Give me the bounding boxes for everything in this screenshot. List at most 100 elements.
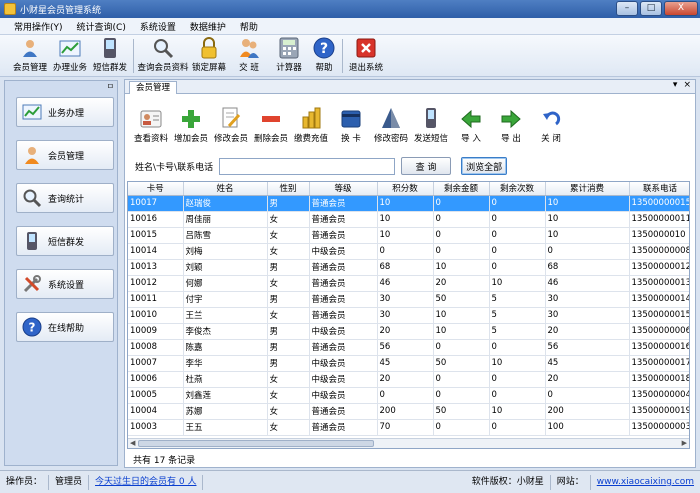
table-row[interactable]: 10016 周佳丽女普通会员 10 0 0 10 13500000011 [128, 211, 689, 228]
table-cell: 赵瑞俊 [183, 195, 268, 212]
scroll-left-icon[interactable]: ◀ [130, 439, 135, 447]
table-cell: 刘梅 [183, 243, 268, 260]
sidebar-item-label: 在线帮助 [48, 323, 85, 334]
send-sms-button[interactable]: 发送短信 [411, 108, 451, 144]
table-cell: 普通会员 [309, 419, 378, 436]
table-row[interactable]: 10012 何娜女普通会员 46 20 10 46 13500000013 [128, 275, 689, 292]
table-row[interactable]: 10004 苏娜女普通会员 200 50 10 200 13500000019 [128, 403, 689, 420]
scroll-right-icon[interactable]: ▶ [682, 439, 687, 447]
status-bar: 操作员： 管理员 今天过生日的会员有 0 人 软件版权：小财星 网站： www.… [0, 470, 700, 493]
sidebar-item-business[interactable]: 业务办理 [16, 97, 114, 127]
sidebar-item-query[interactable]: 查询统计 [16, 183, 114, 213]
handover-icon [238, 37, 260, 59]
close-panel-button[interactable]: 关 闭 [531, 108, 571, 144]
sidebar-item-help[interactable]: ? 在线帮助 [16, 312, 114, 342]
menu-data[interactable]: 数据维护 [190, 20, 226, 33]
horizontal-scrollbar[interactable]: ◀ ▶ [128, 438, 689, 448]
tab-dropdown-icon[interactable]: ▾ [673, 80, 678, 90]
table-cell: 10009 [128, 323, 184, 340]
table-row[interactable]: 10013 刘颖男普通会员 68 10 0 68 13500000012 [128, 259, 689, 276]
column-header[interactable]: 等级 [309, 182, 378, 196]
search-input[interactable] [219, 157, 396, 175]
table-row[interactable]: 10014 刘梅女中级会员 0 0 0 0 13500000008 [128, 243, 689, 260]
member-table: 卡号 姓名 性别 等级 积分数 剩余金额 剩余次数 累计消费 联系电话 1001… [127, 181, 690, 449]
toolbar-member-button[interactable]: 会员管理 [10, 36, 50, 76]
table-cell: 吕陈雪 [183, 227, 268, 244]
help-icon: ? [313, 37, 335, 59]
toolbar-sms-button[interactable]: 短信群发 [90, 36, 130, 76]
column-header[interactable]: 累计消费 [545, 182, 630, 196]
toolbar-business-button[interactable]: 办理业务 [50, 36, 90, 76]
sidebar-item-settings[interactable]: 系统设置 [16, 269, 114, 299]
toolbar-calculator-button[interactable]: 计算器 [269, 36, 309, 76]
table-cell: 46 [377, 275, 434, 292]
table-row[interactable]: 10006 杜燕女中级会员 20 0 0 20 13500000018 [128, 371, 689, 388]
table-cell: 10015 [128, 227, 184, 244]
table-cell: 20 [545, 371, 630, 388]
table-row[interactable]: 10008 陈嘉男普通会员 56 0 0 56 13500000016 [128, 339, 689, 356]
table-row[interactable]: 10017 赵瑞俊男普通会员 10 0 0 10 13500000015 [128, 195, 689, 212]
column-header[interactable]: 性别 [267, 182, 310, 196]
table-cell: 13500000014 [629, 291, 689, 308]
column-header[interactable]: 剩余次数 [489, 182, 546, 196]
table-cell: 女 [267, 243, 310, 260]
table-cell: 30 [377, 307, 434, 324]
table-cell: 50 [433, 291, 490, 308]
minimize-button[interactable]: – [616, 1, 638, 16]
sidebar-item-sms[interactable]: 短信群发 [16, 226, 114, 256]
panel-toolbar: 查看资料 增加会员 修改会员 删除会员 缴费充值 换 卡 修改密码 发送短信 导… [131, 107, 571, 144]
column-header[interactable]: 卡号 [128, 182, 184, 196]
table-cell: 10011 [128, 291, 184, 308]
add-member-button[interactable]: 增加会员 [171, 108, 211, 144]
maximize-button[interactable]: □ [640, 1, 662, 16]
table-row[interactable]: 10005 刘鑫莲女中级会员 0 0 0 0 13500000004 [128, 387, 689, 404]
import-button[interactable]: 导 入 [451, 108, 491, 144]
view-profile-button[interactable]: 查看资料 [131, 108, 171, 144]
column-header[interactable]: 联系电话 [629, 182, 689, 196]
table-cell: 200 [545, 403, 630, 420]
table-header: 卡号 姓名 性别 等级 积分数 剩余金额 剩余次数 累计消费 联系电话 [128, 182, 689, 196]
table-row[interactable]: 10010 王兰女普通会员 30 10 5 30 13500000015 [128, 307, 689, 324]
browse-all-button[interactable]: 浏览全部 [461, 157, 508, 175]
edit-member-button[interactable]: 修改会员 [211, 107, 251, 144]
menu-help[interactable]: 帮助 [240, 20, 258, 33]
query-button[interactable]: 查 询 [401, 157, 452, 175]
toolbar-help-button[interactable]: ? 帮助 [309, 36, 339, 76]
column-header[interactable]: 剩余金额 [433, 182, 490, 196]
column-header[interactable]: 积分数 [377, 182, 434, 196]
table-cell: 周佳丽 [183, 211, 268, 228]
toolbar-search-member-button[interactable]: 查询会员资料 [137, 36, 189, 76]
calculator-icon [278, 37, 300, 59]
tab-close-icon[interactable]: × [683, 80, 691, 90]
table-cell: 13500000008 [629, 243, 689, 260]
birthday-notice-link[interactable]: 今天过生日的会员有 0 人 [89, 474, 204, 490]
table-row[interactable]: 10007 李华男中级会员 45 50 10 45 13500000017 [128, 355, 689, 372]
website-link[interactable]: www.xiaocaixing.com [591, 475, 700, 490]
menu-common[interactable]: 常用操作(Y) [14, 20, 63, 33]
table-cell: 女 [267, 211, 310, 228]
table-cell: 10 [545, 227, 630, 244]
table-cell: 200 [377, 403, 434, 420]
table-row[interactable]: 10009 李俊杰男中级会员 20 10 5 20 13500000006 [128, 323, 689, 340]
scroll-thumb[interactable] [138, 440, 374, 447]
table-cell: 10 [377, 227, 434, 244]
table-cell: 10003 [128, 419, 184, 436]
tab-member-management[interactable]: 会员管理 [129, 81, 178, 94]
menu-stats[interactable]: 统计查询(C) [77, 20, 126, 33]
table-row[interactable]: 10011 付宇男普通会员 30 50 5 30 13500000014 [128, 291, 689, 308]
toolbar-handover-button[interactable]: 交 班 [229, 36, 269, 76]
recharge-button[interactable]: 缴费充值 [291, 107, 331, 144]
export-button[interactable]: 导 出 [491, 108, 531, 144]
close-button[interactable]: X [664, 1, 698, 16]
toolbar-exit-button[interactable]: 退出系统 [346, 36, 386, 76]
table-row[interactable]: 10015 吕陈雪女普通会员 10 0 0 10 1350000010 [128, 227, 689, 244]
pin-icon[interactable]: ㅁ [107, 81, 114, 92]
table-row[interactable]: 10003 王五女普通会员 70 0 0 100 13500000003 [128, 419, 689, 436]
column-header[interactable]: 姓名 [183, 182, 268, 196]
sidebar-item-member[interactable]: 会员管理 [16, 140, 114, 170]
change-card-button[interactable]: 换 卡 [331, 108, 371, 144]
change-password-button[interactable]: 修改密码 [371, 108, 411, 144]
toolbar-lock-button[interactable]: 锁定屏幕 [189, 36, 229, 76]
delete-member-button[interactable]: 删除会员 [251, 108, 291, 144]
menu-settings[interactable]: 系统设置 [140, 20, 176, 33]
